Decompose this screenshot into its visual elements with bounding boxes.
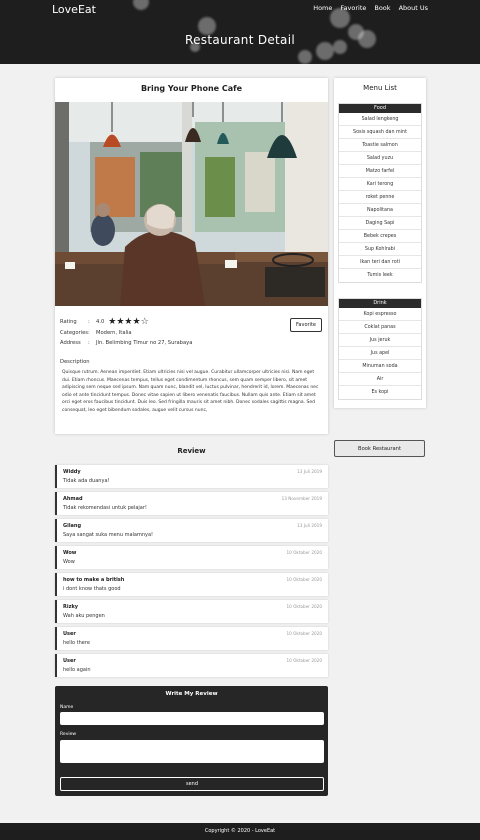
drink-item: Kopi espresso [339,308,421,321]
page-title: Restaurant Detail [185,33,295,47]
review-item: Widdy 13 Juli 2019 Tidak ada duanya! [55,465,328,488]
star-empty-icon: ☆ [140,316,149,327]
rating-label: Rating [60,319,77,326]
review-heading: Review [177,447,206,455]
restaurant-info: Rating : 4.0 ★★★★☆ Categories : Modern, … [60,317,192,349]
rating-separator: : [88,319,90,326]
nav-book[interactable]: Book [374,4,390,12]
drink-heading: Drink [339,299,421,308]
cafe-photo-illustration [55,102,328,306]
food-item: Matzo farfel [339,165,421,178]
write-review-form: Write My Review Name Review send [55,686,328,796]
site-logo[interactable]: LoveEat [52,3,96,16]
review-text: i dont know thats good [63,586,121,592]
star-filled-icon: ★ [132,316,141,327]
review-author: Wow [63,550,77,556]
review-date: 10 Oktober 2020 [286,550,322,555]
description-label: Description [60,359,90,365]
review-date: 13 November 2019 [281,496,322,501]
review-text: Wah aku pengen [63,613,105,619]
food-item: Sup Kohlrabi [339,243,421,256]
rating-stars: ★★★★☆ [108,316,149,327]
review-author: User [63,631,76,637]
food-item: Sosis squash dan mint [339,126,421,139]
main-nav: Home Favorite Book About Us [313,4,428,12]
description-text: Quisque rutrum. Aenean imperdiet. Etiam … [62,370,319,413]
food-item: Salad yuzu [339,152,421,165]
review-text: Saya sangat suka menu malamnya! [63,532,154,538]
food-item: Toastie salmon [339,139,421,152]
write-review-title: Write My Review [165,691,218,697]
hero-header: LoveEat Home Favorite Book About Us Rest… [0,0,480,64]
food-menu: Food Salad lengkeng Sosis squash dan min… [338,103,422,283]
food-item: Kari terong [339,178,421,191]
bokeh-light [298,50,312,64]
food-item: roket penne [339,191,421,204]
review-item: Ahmad 13 November 2019 Tidak rekomendasi… [55,492,328,515]
review-item: Wow 10 Oktober 2020 Wow [55,546,328,569]
food-item: Napolitana [339,204,421,217]
review-author: User [63,658,76,664]
review-date: 10 Oktober 2020 [286,604,322,609]
restaurant-photo [55,102,328,306]
drink-item: Es kopi [371,390,389,395]
restaurant-name: Bring Your Phone Cafe [140,84,243,93]
review-date: 13 Juli 2019 [297,523,322,528]
rating-value: 4.0 [96,319,105,326]
review-text: hello again [63,667,91,673]
address-value: Jln. Belimbing Timur no 27, Surabaya [96,340,193,347]
name-input[interactable] [60,712,324,725]
address-label: Address [60,340,81,347]
address-separator: : [88,340,90,347]
review-author: Widdy [63,469,81,475]
drink-item: Jus jeruk [339,334,421,347]
drink-item: Air [339,373,421,386]
review-item: User 10 Oktober 2020 hello again [55,654,328,677]
review-item: User 10 Oktober 2020 hello there [55,627,328,650]
nav-about-us[interactable]: About Us [399,4,428,12]
review-date: 10 Oktober 2020 [286,658,322,663]
review-date: 10 Oktober 2020 [286,577,322,582]
menu-list-card: Menu List Food Salad lengkeng Sosis squa… [334,78,426,408]
footer-copyright: Copyright © 2020 - LoveEat [0,823,480,840]
review-item: Gilang 13 Juli 2019 Saya sangat suka men… [55,519,328,542]
bokeh-light [133,0,149,10]
food-item: Tumis leek [367,273,393,278]
restaurant-detail-card: Bring Your Phone Cafe Favorite Descripti… [55,78,328,434]
food-item: Bebek crepes [339,230,421,243]
send-button[interactable]: send [60,777,324,791]
drink-item: Coklat panas [339,321,421,334]
categories-separator: : [88,329,90,336]
review-date: 10 Oktober 2020 [286,631,322,636]
food-heading: Food [339,104,421,113]
book-restaurant-button[interactable]: Book Restaurant [334,440,425,457]
review-text: Wow [63,559,75,565]
drink-menu: Drink Kopi espresso Coklat panas Jus jer… [338,298,422,400]
menu-list-title: Menu List [363,84,397,92]
review-item: Rizky 10 Oktober 2020 Wah aku pengen [55,600,328,623]
review-author: Ahmad [63,496,83,502]
review-label: Review [60,732,77,737]
review-author: Gilang [63,523,82,529]
review-text: Tidak rekomendasi untuk pelajar! [63,505,147,511]
drink-item: Minuman soda [339,360,421,373]
drink-item: Jus apel [339,347,421,360]
food-item: Daging Sapi [339,217,421,230]
categories-label: Categories [60,329,88,336]
categories-value: Modern, Italia [96,329,132,336]
review-textarea[interactable] [60,740,324,763]
nav-favorite[interactable]: Favorite [340,4,366,12]
review-author: how to make a british [63,577,125,583]
favorite-button[interactable]: Favorite [290,318,322,332]
food-item: Salad lengkeng [339,113,421,126]
nav-home[interactable]: Home [313,4,332,12]
review-item: how to make a british 10 Oktober 2020 i … [55,573,328,596]
food-item: Ikan teri dan roti [339,256,421,269]
name-label: Name [60,705,74,710]
review-text: hello there [63,640,90,646]
review-date: 13 Juli 2019 [297,469,322,474]
review-author: Rizky [63,604,79,610]
review-text: Tidak ada duanya! [63,478,110,484]
